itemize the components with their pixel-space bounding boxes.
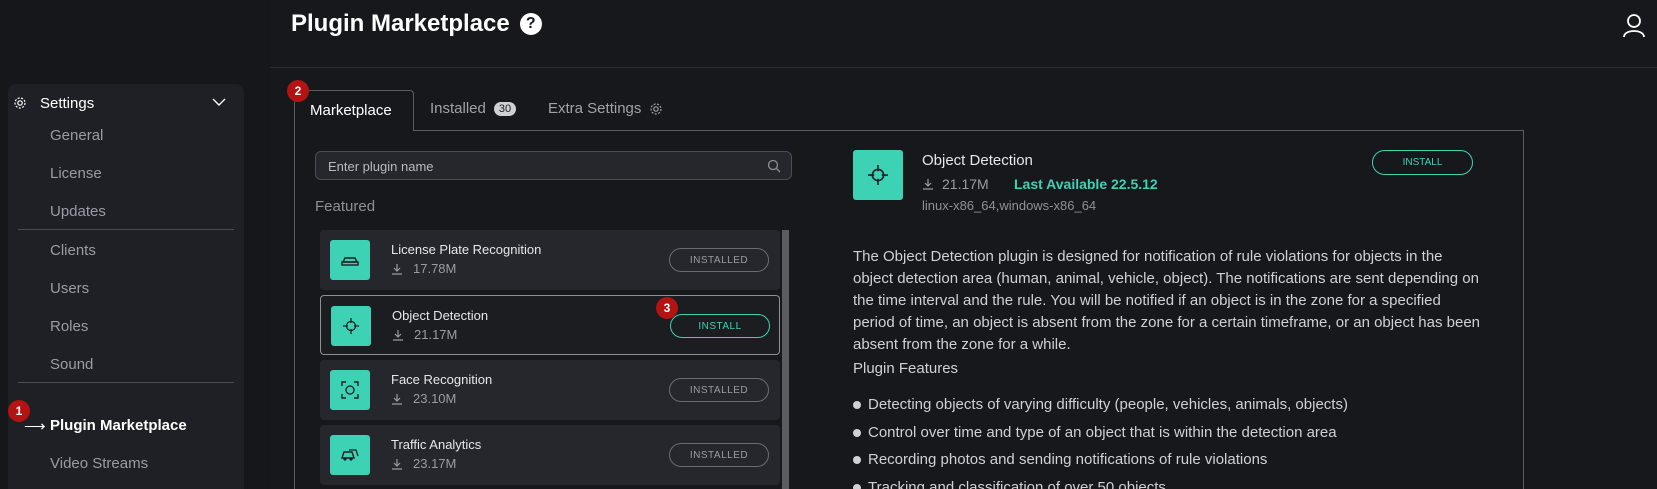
- plugin-name: Object Detection: [392, 308, 489, 323]
- installed-button[interactable]: INSTALLED: [669, 378, 769, 402]
- search-box: [315, 151, 792, 180]
- download-icon: [392, 458, 402, 470]
- plugin-card-face-recognition[interactable]: Face Recognition 23.10M INSTALLED: [320, 360, 780, 420]
- sidebar-item-general[interactable]: General: [50, 127, 103, 144]
- sidebar-divider: [18, 229, 234, 230]
- settings-section-header[interactable]: Settings: [8, 84, 244, 122]
- sidebar-item-license[interactable]: License: [50, 165, 102, 182]
- sidebar-item-video-streams[interactable]: Video Streams: [50, 455, 148, 472]
- plugin-size-value: 23.17M: [413, 456, 457, 471]
- plugin-size: 21.17M: [392, 327, 457, 342]
- detail-size-value: 21.17M: [942, 176, 989, 192]
- feature-item: Tracking and classification of over 50 o…: [853, 479, 1348, 489]
- sidebar-item-sound[interactable]: Sound: [50, 356, 93, 373]
- tab-extra-settings-label: Extra Settings: [548, 100, 642, 117]
- features-list: Detecting objects of varying difficulty …: [853, 396, 1348, 489]
- plugin-card-traffic-analytics[interactable]: Traffic Analytics 23.17M INSTALLED: [320, 425, 780, 485]
- sidebar-item-roles[interactable]: Roles: [50, 318, 88, 335]
- install-button[interactable]: INSTALL: [670, 314, 770, 338]
- search-icon[interactable]: [767, 159, 781, 173]
- header-divider: [270, 67, 1657, 68]
- settings-section-label: Settings: [40, 95, 95, 112]
- plugin-card-object-detection[interactable]: Object Detection 21.17M INSTALL: [320, 295, 780, 355]
- plugin-size-value: 21.17M: [414, 327, 458, 342]
- download-icon: [392, 393, 402, 405]
- download-icon: [392, 263, 402, 275]
- tab-installed-label: Installed: [430, 100, 486, 117]
- detail-plugin-name: Object Detection: [922, 152, 1033, 169]
- plugin-size: 23.10M: [391, 391, 456, 406]
- plugin-size: 17.78M: [391, 261, 456, 276]
- plugin-list-scrollbar[interactable]: [782, 230, 789, 489]
- plugin-name: License Plate Recognition: [391, 242, 542, 257]
- user-icon[interactable]: [1621, 12, 1647, 38]
- step-badge-2: 2: [287, 80, 309, 102]
- page-title: Plugin Marketplace ?: [291, 10, 542, 38]
- download-icon: [393, 329, 403, 341]
- step-badge-1: 1: [8, 400, 30, 422]
- installed-count-badge: 30: [493, 101, 517, 116]
- tab-installed[interactable]: Installed 30: [430, 100, 517, 117]
- featured-label: Featured: [315, 198, 376, 215]
- plugin-card-license-plate-recognition[interactable]: License Plate Recognition 17.78M INSTALL…: [320, 230, 780, 290]
- active-arrow-icon: ⟶: [24, 418, 46, 435]
- sidebar: Settings General License Updates Clients…: [8, 84, 244, 489]
- installed-button[interactable]: INSTALLED: [669, 443, 769, 467]
- plugin-name: Face Recognition: [391, 372, 493, 387]
- feature-item: Control over time and type of an object …: [853, 424, 1348, 452]
- sidebar-item-clients[interactable]: Clients: [50, 242, 96, 259]
- feature-item: Detecting objects of varying difficulty …: [853, 396, 1348, 424]
- sidebar-item-updates[interactable]: Updates: [50, 203, 106, 220]
- tab-marketplace-label: Marketplace: [310, 102, 392, 119]
- page-title-text: Plugin Marketplace: [291, 10, 510, 37]
- tab-extra-settings[interactable]: Extra Settings: [548, 100, 663, 117]
- sidebar-item-plugin-marketplace[interactable]: Plugin Marketplace: [50, 417, 187, 434]
- gear-icon: [14, 97, 26, 109]
- plugin-size-value: 17.78M: [413, 261, 457, 276]
- detail-install-button[interactable]: INSTALL: [1372, 150, 1473, 175]
- detail-platforms: linux-x86_64,windows-x86_64: [922, 198, 1097, 213]
- traffic-car-icon: [330, 435, 370, 475]
- features-title: Plugin Features: [853, 360, 959, 377]
- search-input[interactable]: [328, 158, 748, 174]
- sidebar-divider: [18, 382, 234, 383]
- crosshair-icon: [853, 150, 903, 200]
- download-icon: [923, 179, 933, 190]
- plugin-size-value: 23.10M: [413, 391, 457, 406]
- plugin-size: 23.17M: [391, 456, 456, 471]
- tab-marketplace[interactable]: Marketplace: [294, 90, 414, 131]
- car-plate-icon: [330, 240, 370, 280]
- gear-icon: [650, 102, 662, 115]
- face-scan-icon: [330, 370, 370, 410]
- detail-last-available: Last Available 22.5.12: [1014, 176, 1158, 192]
- detail-plugin-size: 21.17M: [922, 176, 989, 192]
- step-badge-3: 3: [656, 297, 678, 319]
- chevron-down-icon[interactable]: [212, 97, 226, 107]
- plugin-name: Traffic Analytics: [391, 437, 482, 452]
- detail-description: The Object Detection plugin is designed …: [853, 248, 1481, 353]
- crosshair-icon: [331, 306, 371, 346]
- feature-item: Recording photos and sending notificatio…: [853, 451, 1348, 479]
- sidebar-item-users[interactable]: Users: [50, 280, 89, 297]
- installed-button[interactable]: INSTALLED: [669, 248, 769, 272]
- help-icon[interactable]: ?: [519, 13, 542, 35]
